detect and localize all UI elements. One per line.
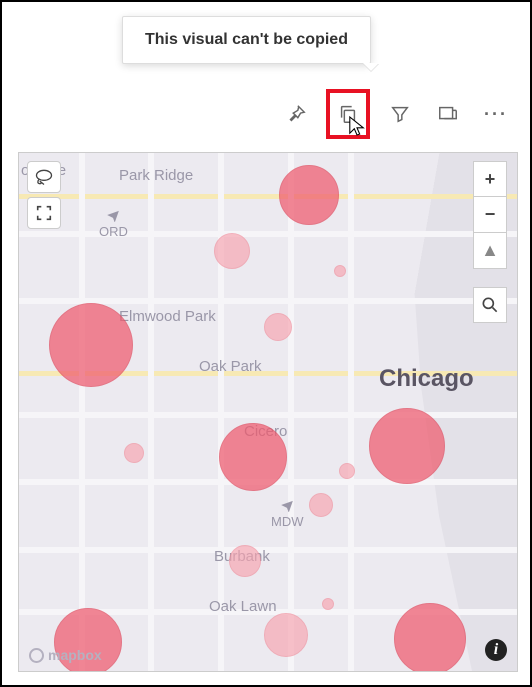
search-icon [480, 295, 500, 315]
data-bubble[interactable] [309, 493, 333, 517]
place-label: Oak Park [199, 358, 262, 375]
pin-icon [285, 103, 307, 125]
pin-button[interactable] [278, 96, 314, 132]
zoom-controls: + − ▲ [473, 161, 507, 269]
airport-code: ORD [99, 224, 128, 239]
data-bubble[interactable] [339, 463, 355, 479]
data-bubble[interactable] [124, 443, 144, 463]
compass-icon: ▲ [481, 240, 499, 261]
map-background [19, 153, 517, 671]
tooltip: This visual can't be copied [122, 16, 371, 64]
zoom-in-button[interactable]: + [473, 161, 507, 197]
airport-label: MDW [271, 498, 304, 529]
data-bubble[interactable] [214, 233, 250, 269]
lasso-select-button[interactable] [27, 161, 61, 193]
compass-button[interactable]: ▲ [473, 233, 507, 269]
map-attribution: mapbox [29, 647, 102, 663]
data-bubble[interactable] [49, 303, 133, 387]
data-bubble[interactable] [279, 165, 339, 225]
info-icon: i [494, 641, 498, 659]
attribution-text: mapbox [48, 647, 102, 663]
airport-label: ORD [99, 208, 128, 239]
data-bubble[interactable] [229, 545, 261, 577]
filter-icon [389, 103, 411, 125]
data-bubble[interactable] [394, 603, 466, 672]
map-nav-controls [27, 161, 61, 229]
place-label: Oak Lawn [209, 598, 277, 615]
reset-bounds-icon [35, 204, 53, 222]
more-options-button[interactable]: ··· [478, 96, 514, 132]
filter-button[interactable] [382, 96, 418, 132]
plane-icon [105, 208, 121, 222]
place-label: Elmwood Park [119, 308, 216, 325]
place-label: Park Ridge [119, 167, 193, 184]
data-bubble[interactable] [264, 313, 292, 341]
minus-icon: − [485, 204, 496, 225]
map-search-button[interactable] [473, 287, 507, 323]
mapbox-logo-icon [29, 648, 44, 663]
airport-code: MDW [271, 514, 304, 529]
data-bubble[interactable] [322, 598, 334, 610]
copy-visual-button[interactable] [326, 89, 370, 139]
map-info-button[interactable]: i [485, 639, 507, 661]
plus-icon: + [485, 169, 496, 190]
data-bubble[interactable] [369, 408, 445, 484]
place-label-chicago: Chicago [379, 365, 474, 393]
more-options-icon: ··· [484, 104, 508, 125]
data-bubble[interactable] [264, 613, 308, 657]
lasso-icon [34, 168, 54, 186]
tooltip-text: This visual can't be copied [145, 31, 348, 48]
zoom-out-button[interactable]: − [473, 197, 507, 233]
plane-icon [279, 498, 295, 512]
focus-mode-button[interactable] [430, 96, 466, 132]
data-bubble[interactable] [334, 265, 346, 277]
focus-mode-icon [437, 103, 459, 125]
visual-toolbar: ··· [278, 92, 514, 136]
copy-icon [337, 103, 359, 125]
data-bubble[interactable] [219, 423, 287, 491]
map-visual[interactable]: + − ▲ ove ge Park Ridge Elmwood Park Oak… [18, 152, 518, 672]
reset-bounds-button[interactable] [27, 197, 61, 229]
